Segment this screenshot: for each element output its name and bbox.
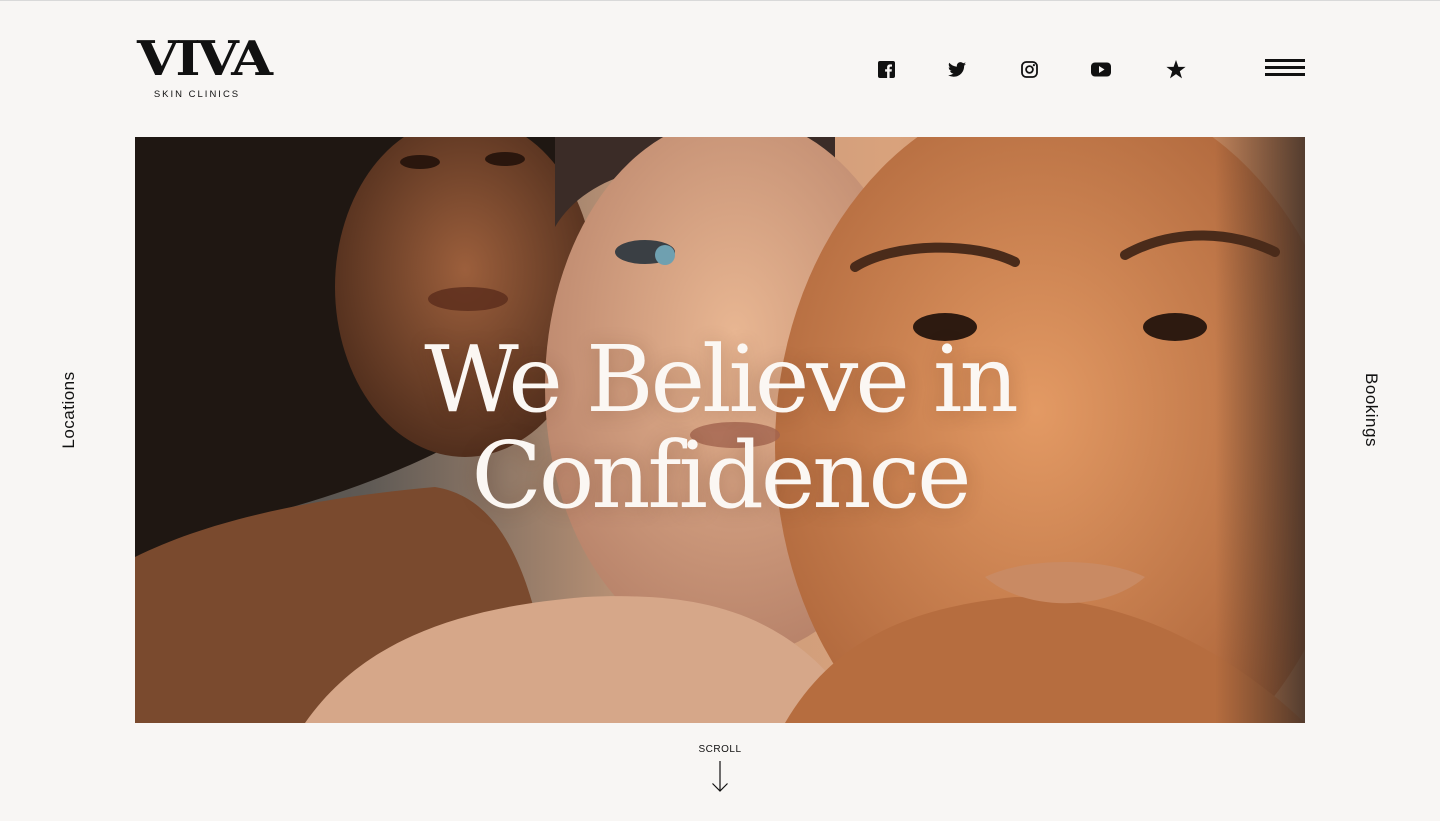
menu-bar — [1265, 66, 1305, 69]
hero-headline-line-2: Confidence — [471, 422, 971, 529]
social-links — [0, 58, 1440, 80]
instagram-icon[interactable] — [1018, 58, 1040, 80]
menu-bar — [1265, 59, 1305, 62]
hero-banner: We Believe in Confidence — [135, 137, 1305, 723]
arrow-down-icon — [712, 761, 728, 792]
scroll-indicator[interactable]: SCROLL — [680, 744, 760, 793]
menu-bar — [1265, 73, 1305, 76]
locations-link[interactable]: Locations — [59, 371, 79, 448]
bookings-link[interactable]: Bookings — [1361, 373, 1381, 447]
brand-tagline: SKIN CLINICS — [153, 89, 241, 100]
hero-headline-line-1: We Believe in — [424, 326, 1018, 433]
facebook-icon[interactable] — [875, 58, 897, 80]
top-divider — [0, 0, 1440, 1]
youtube-icon[interactable] — [1090, 58, 1112, 80]
star-icon[interactable] — [1165, 58, 1187, 80]
scroll-label: SCROLL — [698, 744, 742, 755]
hamburger-menu-icon[interactable] — [1265, 59, 1305, 79]
hero-headline: We Believe in Confidence — [135, 332, 1305, 524]
twitter-icon[interactable] — [946, 58, 968, 80]
